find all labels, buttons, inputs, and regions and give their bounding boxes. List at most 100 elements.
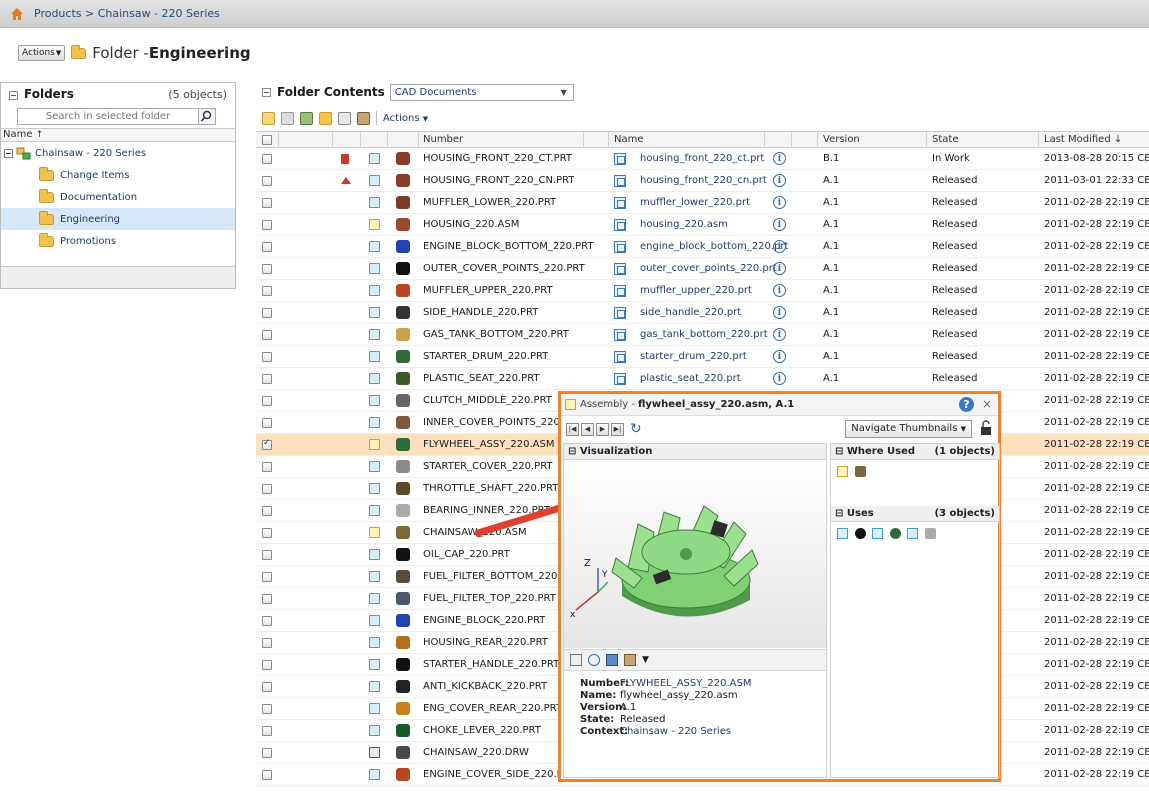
lock-icon[interactable] bbox=[980, 420, 992, 436]
row-name-link[interactable]: engine_block_bottom_220.prt bbox=[640, 236, 788, 258]
info-icon[interactable]: i bbox=[773, 174, 786, 187]
new-folder-icon[interactable] bbox=[319, 111, 332, 125]
info-icon[interactable]: i bbox=[773, 152, 786, 165]
drawing-icon[interactable] bbox=[369, 747, 380, 758]
view-3d-icon[interactable] bbox=[606, 654, 618, 666]
refresh-icon[interactable]: ↻ bbox=[630, 421, 642, 437]
thumbnail-icon[interactable] bbox=[396, 482, 410, 495]
row-checkbox[interactable] bbox=[262, 682, 272, 692]
view-select[interactable]: CAD Documents ▼ bbox=[389, 83, 574, 101]
actions-menu-button[interactable]: Actions▼ bbox=[18, 45, 66, 61]
row-checkbox[interactable] bbox=[262, 550, 272, 560]
info-icon[interactable]: i bbox=[773, 240, 786, 253]
thumbnail-icon[interactable] bbox=[396, 218, 410, 231]
next-icon[interactable]: ▶ bbox=[596, 422, 609, 436]
thumbnail-icon[interactable] bbox=[396, 438, 410, 451]
thumbnail-icon[interactable] bbox=[396, 394, 410, 407]
thumbnail-icon[interactable] bbox=[396, 152, 410, 165]
part-thumbnail-icon[interactable] bbox=[854, 527, 866, 539]
tree-column-header[interactable]: Name ↑ bbox=[1, 128, 235, 142]
view-info-icon[interactable] bbox=[614, 197, 626, 209]
thumbnail-icon[interactable] bbox=[396, 240, 410, 253]
part-icon[interactable] bbox=[369, 263, 380, 274]
part-icon[interactable] bbox=[369, 593, 380, 604]
first-icon[interactable]: |◀ bbox=[566, 422, 579, 436]
view-info-icon[interactable] bbox=[614, 285, 626, 297]
tree-expand-icon[interactable] bbox=[4, 148, 13, 158]
collapse-icon[interactable] bbox=[262, 87, 271, 97]
row-name-link[interactable]: muffler_lower_220.prt bbox=[640, 192, 750, 214]
part-icon[interactable] bbox=[369, 329, 380, 340]
paste-icon[interactable] bbox=[357, 111, 370, 125]
part-icon[interactable] bbox=[369, 725, 380, 736]
thumbnail-icon[interactable] bbox=[396, 614, 410, 627]
info-icon[interactable]: i bbox=[773, 350, 786, 363]
thumbnail-icon[interactable] bbox=[396, 284, 410, 297]
part-icon[interactable] bbox=[369, 395, 380, 406]
table-row[interactable]: HOUSING_FRONT_220_CN.PRT housing_front_22… bbox=[256, 170, 1149, 192]
table-row[interactable]: ENGINE_BLOCK_BOTTOM_220.PRT engine_block_… bbox=[256, 236, 1149, 258]
row-checkbox[interactable] bbox=[262, 462, 272, 472]
thumbnail-icon[interactable] bbox=[396, 658, 410, 671]
info-icon[interactable] bbox=[588, 654, 600, 666]
view-info-icon[interactable] bbox=[614, 241, 626, 253]
part-icon[interactable] bbox=[369, 681, 380, 692]
table-row[interactable]: HOUSING_220.ASM housing_220.asm i A.1 Releas… bbox=[256, 214, 1149, 236]
part-icon[interactable] bbox=[369, 769, 380, 780]
3d-viewer[interactable]: Z Y x bbox=[564, 460, 826, 648]
row-checkbox[interactable] bbox=[262, 308, 272, 318]
tree-item[interactable]: Change Items bbox=[1, 164, 235, 186]
row-checkbox[interactable] bbox=[262, 418, 272, 428]
thumbnail-icon[interactable] bbox=[396, 570, 410, 583]
assembly-icon[interactable] bbox=[837, 465, 848, 477]
thumbnail-icon[interactable] bbox=[396, 262, 410, 275]
part-icon[interactable] bbox=[369, 505, 380, 516]
thumbnail-icon[interactable] bbox=[396, 746, 410, 759]
thumbnail-icon[interactable] bbox=[396, 372, 410, 385]
part-icon[interactable] bbox=[837, 527, 848, 539]
assembly-icon[interactable] bbox=[369, 527, 380, 538]
part-icon[interactable] bbox=[369, 615, 380, 626]
part-icon[interactable] bbox=[369, 175, 380, 186]
column-name[interactable]: Name bbox=[614, 132, 644, 148]
row-name-link[interactable]: gas_tank_bottom_220.prt bbox=[640, 324, 768, 346]
table-row[interactable]: HOUSING_FRONT_220_CT.PRT housing_front_22… bbox=[256, 148, 1149, 170]
row-checkbox[interactable] bbox=[262, 220, 272, 230]
row-name-link[interactable]: housing_220.asm bbox=[640, 214, 728, 236]
row-checkbox[interactable] bbox=[262, 616, 272, 626]
part-icon[interactable] bbox=[369, 241, 380, 252]
row-checkbox[interactable] bbox=[262, 438, 272, 450]
thumbnail-icon[interactable] bbox=[396, 768, 410, 781]
representations-icon[interactable] bbox=[624, 654, 636, 666]
part-icon[interactable] bbox=[369, 197, 380, 208]
row-name-link[interactable]: muffler_upper_220.prt bbox=[640, 280, 752, 302]
tree-item[interactable]: Promotions bbox=[1, 230, 235, 252]
tree-item[interactable]: Engineering bbox=[1, 208, 235, 230]
row-name-link[interactable]: side_handle_220.prt bbox=[640, 302, 741, 324]
part-icon[interactable] bbox=[369, 373, 380, 384]
part-icon[interactable] bbox=[369, 571, 380, 582]
row-checkbox[interactable] bbox=[262, 330, 272, 340]
row-checkbox[interactable] bbox=[262, 374, 272, 384]
new-document-icon[interactable] bbox=[262, 111, 275, 125]
close-icon[interactable]: × bbox=[982, 397, 992, 411]
column-version[interactable]: Version bbox=[823, 132, 860, 148]
thumbnail-icon[interactable] bbox=[396, 416, 410, 429]
info-icon[interactable]: i bbox=[773, 328, 786, 341]
view-info-icon[interactable] bbox=[614, 263, 626, 275]
property-context[interactable]: Chainsaw - 220 Series bbox=[620, 726, 731, 737]
row-checkbox[interactable] bbox=[262, 594, 272, 604]
row-checkbox[interactable] bbox=[262, 660, 272, 670]
contents-actions-menu[interactable]: Actions ▼ bbox=[383, 113, 428, 124]
row-checkbox[interactable] bbox=[262, 242, 272, 252]
table-row[interactable]: GAS_TANK_BOTTOM_220.PRT gas_tank_bottom_2… bbox=[256, 324, 1149, 346]
part-icon[interactable] bbox=[872, 527, 883, 539]
tree-root[interactable]: Chainsaw - 220 Series bbox=[1, 142, 235, 164]
thumbnail-icon[interactable] bbox=[396, 350, 410, 363]
part-icon[interactable] bbox=[369, 637, 380, 648]
row-checkbox[interactable] bbox=[262, 176, 272, 186]
row-checkbox[interactable] bbox=[262, 528, 272, 538]
thumbnail-icon[interactable] bbox=[396, 592, 410, 605]
assembly-icon[interactable] bbox=[369, 219, 380, 230]
import-icon[interactable] bbox=[300, 111, 313, 125]
